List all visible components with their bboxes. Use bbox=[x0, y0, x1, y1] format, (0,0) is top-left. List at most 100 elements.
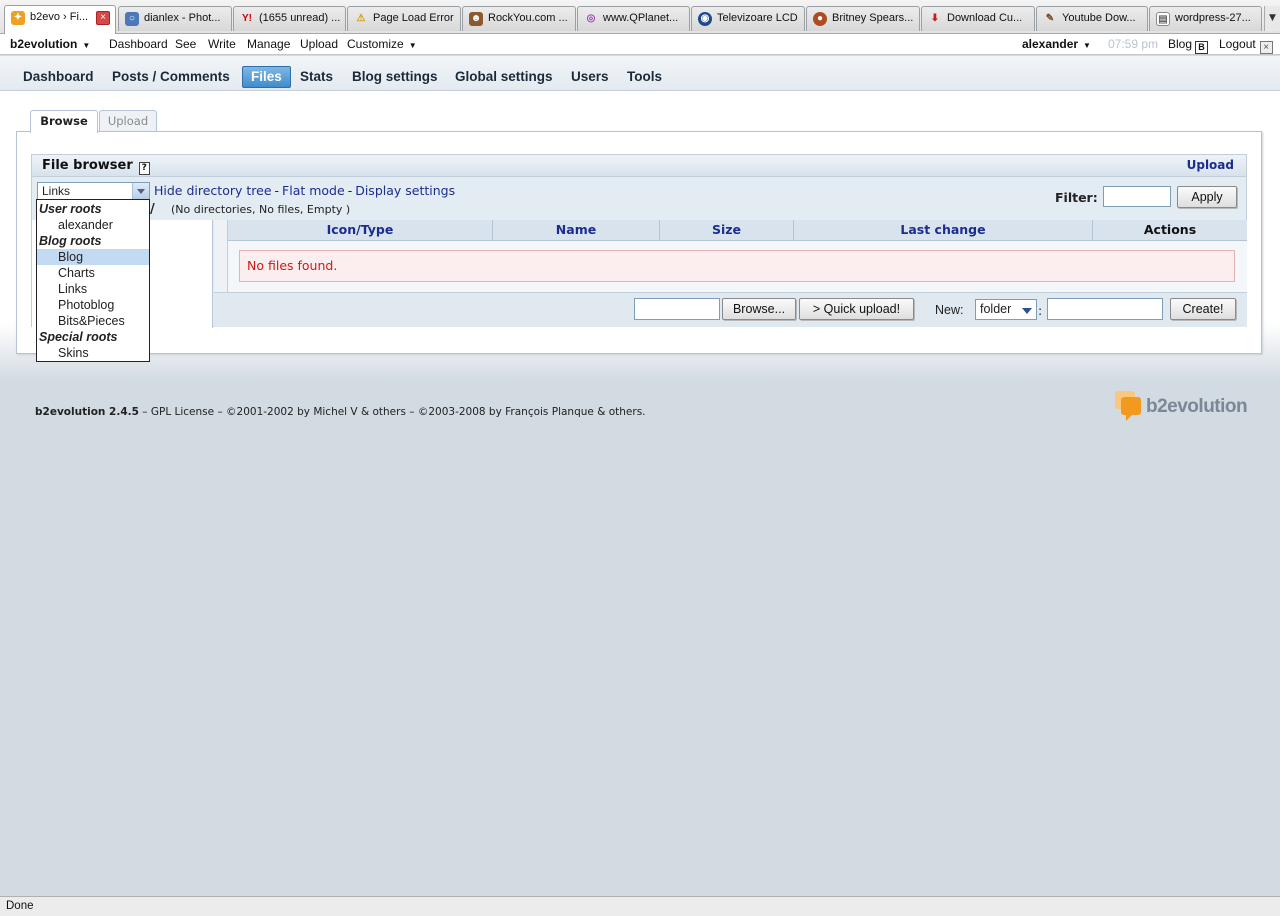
footer-license-text: – GPL License – ©2001-2002 by Michel V &… bbox=[138, 406, 646, 418]
page-icon: ▤ bbox=[1156, 12, 1170, 26]
browser-tab[interactable]: ⬇ Download Cu... bbox=[921, 6, 1035, 31]
help-icon[interactable]: ? bbox=[138, 162, 150, 175]
option-charts[interactable]: Charts bbox=[37, 265, 149, 281]
hide-directory-tree-link[interactable]: Hide directory tree bbox=[154, 183, 272, 198]
tab-title: dianlex - Phot... bbox=[144, 12, 221, 24]
column-header-size[interactable]: Size bbox=[660, 220, 794, 241]
tab-title: wordpress-27... bbox=[1175, 12, 1251, 24]
admin-menu-manage[interactable]: Manage bbox=[247, 37, 290, 51]
filter-input[interactable] bbox=[1103, 186, 1171, 207]
admin-toolbar: b2evolution ▼ Dashboard See Write Manage … bbox=[0, 34, 1280, 55]
admin-menu-upload[interactable]: Upload bbox=[300, 37, 338, 51]
blog-icon: B bbox=[1195, 41, 1209, 54]
blog-link[interactable]: Blog B bbox=[1168, 37, 1209, 54]
admin-menu-see[interactable]: See bbox=[175, 37, 196, 51]
b2evolution-logo[interactable]: b2evolution bbox=[1112, 389, 1252, 425]
upload-file-input[interactable] bbox=[634, 298, 720, 320]
logout-link[interactable]: Logout × bbox=[1219, 37, 1273, 54]
file-browser-title-text: File browser bbox=[42, 158, 133, 173]
chevron-down-icon bbox=[1022, 308, 1032, 314]
browser-tab[interactable]: ○ dianlex - Phot... bbox=[118, 6, 232, 31]
option-blog[interactable]: Blog bbox=[37, 249, 149, 265]
nav-global-settings[interactable]: Global settings bbox=[451, 66, 557, 88]
new-type-select[interactable]: folder bbox=[975, 299, 1037, 320]
new-label: New: bbox=[935, 303, 964, 317]
tab-browse[interactable]: Browse bbox=[30, 110, 98, 133]
separator: - bbox=[274, 183, 280, 198]
browser-tab[interactable]: ▤ wordpress-27... bbox=[1149, 6, 1262, 31]
flat-mode-link[interactable]: Flat mode bbox=[282, 183, 345, 198]
column-header-actions: Actions bbox=[1093, 220, 1247, 241]
tab-upload[interactable]: Upload bbox=[99, 110, 157, 132]
footer-credits: b2evolution 2.4.5 – GPL License – ©2001-… bbox=[35, 406, 646, 418]
tree-resize-handle[interactable] bbox=[214, 220, 228, 292]
browser-tab[interactable]: ◉ Televizoare LCD bbox=[691, 6, 805, 31]
logo-icon bbox=[1115, 391, 1141, 421]
browser-tab[interactable]: ● Britney Spears... bbox=[806, 6, 920, 31]
browser-tab[interactable]: ✎ Youtube Dow... bbox=[1036, 6, 1148, 31]
filter-label: Filter: bbox=[1055, 190, 1098, 205]
browser-tab[interactable]: ⚠ Page Load Error bbox=[347, 6, 461, 31]
status-text: Done bbox=[6, 900, 34, 912]
root-select-dropdown: User roots alexander Blog roots Blog Cha… bbox=[36, 199, 150, 362]
nav-files[interactable]: Files bbox=[242, 66, 291, 88]
footer-product[interactable]: b2evolution 2.4.5 bbox=[35, 406, 139, 418]
column-header-icon-type[interactable]: Icon/Type bbox=[228, 220, 493, 241]
nav-stats[interactable]: Stats bbox=[296, 66, 337, 88]
tab-list-dropdown-icon[interactable]: ▼ bbox=[1264, 6, 1280, 31]
root-select[interactable]: Links bbox=[37, 182, 150, 200]
new-name-input[interactable] bbox=[1047, 298, 1163, 320]
optgroup-special-roots: Special roots bbox=[39, 330, 118, 344]
current-path[interactable]: / bbox=[150, 202, 155, 217]
nav-tools[interactable]: Tools bbox=[623, 66, 666, 88]
colon-separator: : bbox=[1038, 303, 1043, 318]
display-settings-link[interactable]: Display settings bbox=[355, 183, 455, 198]
rockyou-icon: ☻ bbox=[469, 12, 483, 26]
quick-upload-button[interactable]: > Quick upload! bbox=[799, 298, 914, 320]
blog-label: Blog bbox=[1168, 37, 1193, 51]
youtube-icon: ✎ bbox=[1045, 13, 1055, 24]
optgroup-blog-roots: Blog roots bbox=[39, 234, 102, 248]
column-header-name[interactable]: Name bbox=[493, 220, 660, 241]
brand-label: b2evolution bbox=[10, 37, 78, 51]
admin-menu-write[interactable]: Write bbox=[208, 37, 236, 51]
column-header-last-change[interactable]: Last change bbox=[794, 220, 1093, 241]
customize-label: Customize bbox=[347, 37, 404, 51]
browser-tab[interactable]: Y! (1655 unread) ... bbox=[233, 6, 346, 31]
nav-users[interactable]: Users bbox=[567, 66, 613, 88]
browser-tab[interactable]: ✦ b2evo › Fi... × bbox=[4, 5, 116, 34]
optgroup-user-roots: User roots bbox=[39, 202, 102, 216]
browser-tab[interactable]: ◎ www.QPlanet... bbox=[577, 6, 690, 31]
file-browser-header: File browser? Upload bbox=[32, 155, 1246, 177]
tab-title: Youtube Dow... bbox=[1062, 12, 1136, 24]
username: alexander bbox=[1022, 37, 1079, 51]
create-button[interactable]: Create! bbox=[1170, 298, 1236, 320]
nav-posts-comments[interactable]: Posts / Comments bbox=[108, 66, 234, 88]
brand-menu[interactable]: b2evolution ▼ bbox=[10, 37, 90, 51]
option-bits-pieces[interactable]: Bits&Pieces bbox=[37, 313, 149, 329]
apply-button[interactable]: Apply bbox=[1177, 186, 1237, 208]
close-icon: × bbox=[1259, 41, 1273, 54]
b2evo-icon: ✦ bbox=[11, 11, 25, 25]
file-browser: File browser? Upload Links Hide director… bbox=[31, 154, 1247, 328]
option-skins[interactable]: Skins bbox=[37, 345, 149, 361]
close-icon[interactable]: × bbox=[96, 11, 110, 25]
admin-menu-customize[interactable]: Customize ▼ bbox=[347, 37, 417, 51]
yahoo-icon: Y! bbox=[242, 13, 252, 24]
user-menu[interactable]: alexander ▼ bbox=[1022, 37, 1091, 51]
chevron-down-icon[interactable] bbox=[132, 183, 149, 199]
path-info: (No directories, No files, Empty ) bbox=[171, 203, 351, 216]
option-alexander[interactable]: alexander bbox=[37, 217, 149, 233]
main-navigation: Dashboard Posts / Comments Files Stats B… bbox=[0, 56, 1280, 91]
nav-blog-settings[interactable]: Blog settings bbox=[348, 66, 442, 88]
upload-link[interactable]: Upload bbox=[1187, 158, 1234, 172]
nav-dashboard[interactable]: Dashboard bbox=[19, 66, 98, 88]
browser-tab[interactable]: ☻ RockYou.com ... bbox=[462, 6, 576, 31]
browser-status-bar: Done bbox=[0, 896, 1280, 916]
browse-button[interactable]: Browse... bbox=[722, 298, 796, 320]
option-photoblog[interactable]: Photoblog bbox=[37, 297, 149, 313]
download-icon: ⬇ bbox=[930, 13, 940, 24]
option-links[interactable]: Links bbox=[37, 281, 149, 297]
admin-menu-dashboard[interactable]: Dashboard bbox=[109, 37, 168, 51]
clock-time: 07:59 pm bbox=[1108, 37, 1159, 51]
